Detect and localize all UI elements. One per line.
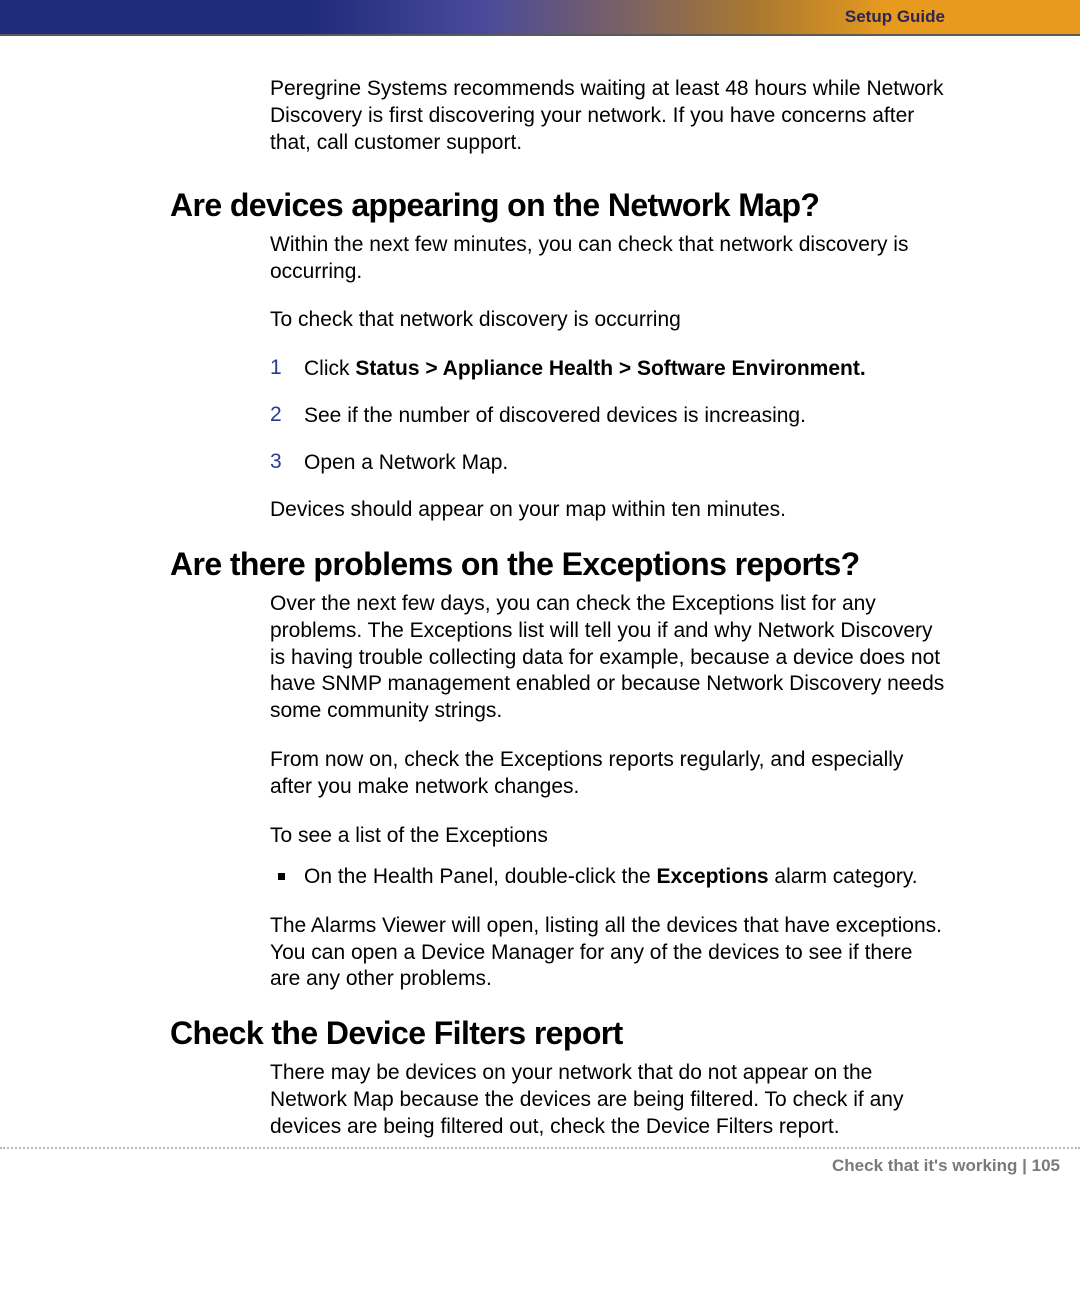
- square-bullet-icon: [270, 864, 304, 891]
- step-text: See if the number of discovered devices …: [304, 403, 806, 430]
- step-text: Click Status > Appliance Health > Softwa…: [304, 356, 866, 383]
- section-heading-exceptions: Are there problems on the Exceptions rep…: [170, 546, 945, 583]
- footer-rule: [0, 1147, 1080, 1149]
- step-text: Open a Network Map.: [304, 450, 508, 477]
- step-number: 2: [270, 403, 304, 430]
- bullet-text: On the Health Panel, double-click the Ex…: [304, 864, 918, 891]
- header-label: Setup Guide: [845, 7, 945, 27]
- section-heading-device-filters: Check the Device Filters report: [170, 1015, 945, 1052]
- step-number: 1: [270, 356, 304, 383]
- footer-chapter: Check that it's working: [832, 1156, 1017, 1175]
- step-row: 3 Open a Network Map.: [270, 450, 945, 477]
- body-paragraph: Over the next few days, you can check th…: [270, 591, 945, 725]
- body-paragraph: There may be devices on your network tha…: [270, 1060, 945, 1141]
- section-heading-network-map: Are devices appearing on the Network Map…: [170, 187, 945, 224]
- page-number: 105: [1032, 1156, 1060, 1175]
- header-bar: Setup Guide: [0, 0, 1080, 34]
- body-paragraph: From now on, check the Exceptions report…: [270, 747, 945, 801]
- step-number: 3: [270, 450, 304, 477]
- page-content: Peregrine Systems recommends waiting at …: [0, 36, 1080, 1141]
- page-footer: Check that it's working | 105: [2, 1156, 1060, 1176]
- bullet-row: On the Health Panel, double-click the Ex…: [270, 864, 945, 891]
- body-paragraph: To check that network discovery is occur…: [270, 307, 945, 334]
- body-paragraph: Devices should appear on your map within…: [270, 497, 945, 524]
- body-paragraph: Within the next few minutes, you can che…: [270, 232, 945, 286]
- intro-paragraph: Peregrine Systems recommends waiting at …: [270, 76, 945, 157]
- body-paragraph: The Alarms Viewer will open, listing all…: [270, 913, 945, 994]
- step-row: 1 Click Status > Appliance Health > Soft…: [270, 356, 945, 383]
- step-row: 2 See if the number of discovered device…: [270, 403, 945, 430]
- body-paragraph: To see a list of the Exceptions: [270, 823, 945, 850]
